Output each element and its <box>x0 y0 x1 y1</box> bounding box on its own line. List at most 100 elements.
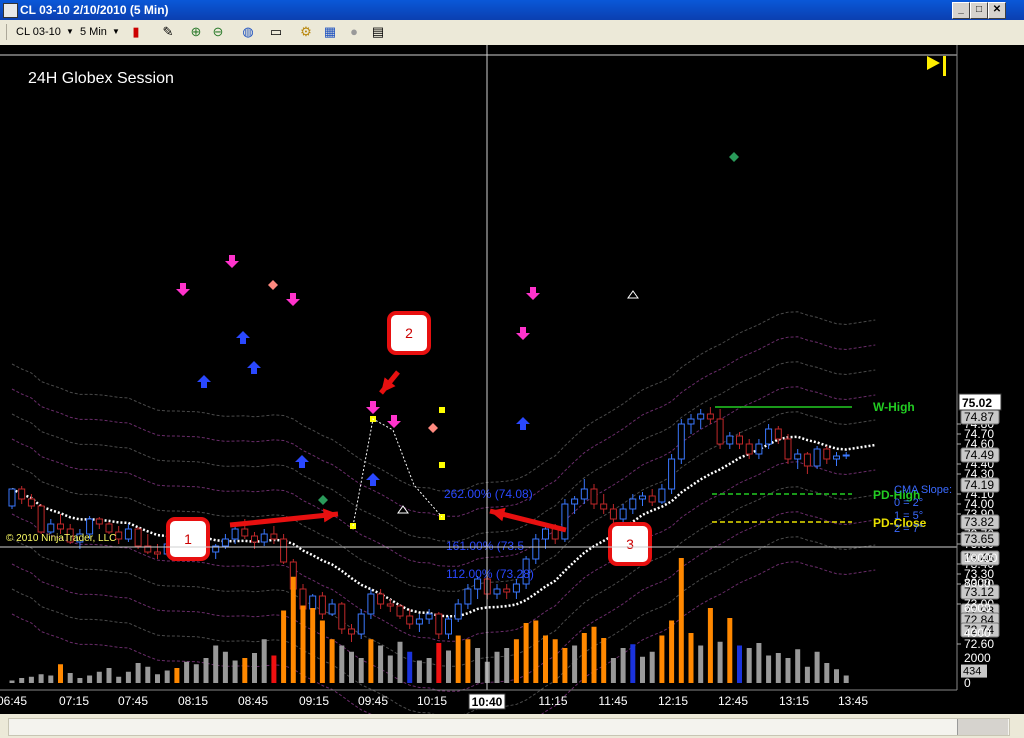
candle-body <box>367 593 375 615</box>
instrument-dropdown-icon[interactable]: ▼ <box>66 24 74 40</box>
candle-body <box>512 583 520 593</box>
candle-body <box>833 455 840 460</box>
volume-bar <box>329 639 335 683</box>
candle-body <box>503 588 511 593</box>
volume-bar <box>397 641 403 683</box>
volume-bar <box>601 638 607 683</box>
minimize-button[interactable]: _ <box>952 2 970 19</box>
interval-dropdown-icon[interactable]: ▼ <box>112 24 120 40</box>
price-badge-label: 74.19 <box>964 478 994 492</box>
zoom-out-icon[interactable]: ⊖ <box>210 24 226 40</box>
volume-bar <box>620 648 626 683</box>
volume-bar <box>77 678 83 683</box>
candle-body <box>134 528 142 547</box>
candle-body <box>241 528 249 537</box>
zoom-in-icon[interactable]: ⊕ <box>188 24 204 40</box>
candle-body <box>493 588 501 595</box>
bar-style-icon[interactable]: ▮ <box>128 24 144 40</box>
volume-bar <box>659 635 665 683</box>
candle-body <box>221 538 229 547</box>
swing-point-marker <box>439 407 445 413</box>
scroll-track[interactable] <box>8 718 1010 736</box>
volume-bar <box>19 678 25 683</box>
volume-bar <box>843 675 849 683</box>
volume-bar <box>446 650 451 683</box>
volume-tick-label: 10000 <box>964 551 998 565</box>
instrument-selector[interactable]: CL 03-10 <box>16 24 61 40</box>
volume-bar <box>232 660 238 683</box>
horizontal-scrollbar[interactable] <box>0 714 1024 738</box>
volume-bar <box>543 635 548 683</box>
candle-body <box>813 448 821 467</box>
volume-bar <box>184 661 190 683</box>
volume-bar <box>630 644 636 683</box>
volume-tick-label: 6000 <box>964 601 991 615</box>
maximize-button[interactable]: □ <box>970 2 988 19</box>
volume-bar <box>678 558 684 683</box>
candle-body <box>668 458 676 490</box>
draw-tool-icon[interactable]: ✎ <box>160 24 176 40</box>
candle-body <box>328 603 336 615</box>
candle-body <box>736 435 743 445</box>
volume-bar <box>717 641 723 683</box>
volume-bar <box>465 639 471 683</box>
scroll-thumb[interactable] <box>957 719 1008 735</box>
candle-body <box>47 523 55 533</box>
cma-slope-text: 1 = 5° <box>894 510 923 522</box>
volume-bar <box>494 651 500 683</box>
record-icon[interactable]: ● <box>346 24 362 40</box>
time-tick-label: 06:45 <box>0 694 27 708</box>
candle-body <box>726 435 734 445</box>
interval-selector[interactable]: 5 Min <box>80 24 107 40</box>
window-title: CL 03-10 2/10/2010 (5 Min) <box>20 3 169 17</box>
price-chart[interactable]: W-HighPD-HighPD-Close 262.00% (74.08)161… <box>0 45 1024 714</box>
volume-bar <box>834 669 839 683</box>
properties-icon[interactable]: ▭ <box>268 24 284 40</box>
time-tick-label: 10:15 <box>417 694 447 708</box>
candle-body <box>619 508 627 520</box>
volume-bar <box>378 645 384 683</box>
volume-bar <box>300 605 306 683</box>
close-button[interactable]: ✕ <box>988 2 1006 19</box>
volume-bar <box>290 576 296 683</box>
volume-bar <box>795 649 801 683</box>
candle-body <box>803 453 811 467</box>
candle-body <box>377 593 385 605</box>
level-label: W-High <box>873 400 915 414</box>
indicators-icon[interactable]: ⚙ <box>298 24 314 40</box>
volume-bar <box>698 645 704 683</box>
volume-bar <box>38 674 44 683</box>
candle-body <box>386 603 394 607</box>
time-tick-label: 12:15 <box>658 694 688 708</box>
candle-body <box>57 523 64 530</box>
candle-body <box>745 443 753 455</box>
candle-body <box>251 535 258 543</box>
candle-body <box>561 503 569 540</box>
time-tick-label: 07:45 <box>118 694 148 708</box>
candle-body <box>697 413 705 420</box>
strategy-icon[interactable]: ▦ <box>322 24 338 40</box>
price-badge-label: 73.82 <box>964 515 994 529</box>
volume-bar <box>319 620 325 683</box>
volume-bar <box>67 673 73 683</box>
candle-body <box>280 538 288 563</box>
volume-bar <box>669 620 675 683</box>
price-badge-label: 74.49 <box>964 448 994 462</box>
volume-bar <box>804 666 810 683</box>
fib-label: 112.00% (73.28) <box>446 567 534 581</box>
candle-body <box>435 613 443 635</box>
swing-point-marker <box>439 462 445 468</box>
volume-bar <box>513 639 519 683</box>
candle-body <box>270 533 278 540</box>
globe-icon[interactable]: ◍ <box>240 24 256 40</box>
volume-bar <box>116 676 122 683</box>
volume-bar <box>610 658 616 683</box>
candle-body <box>8 488 16 507</box>
data-box-icon[interactable]: ▤ <box>370 24 386 40</box>
candle-body <box>124 528 132 540</box>
time-tick-label: 11:45 <box>598 694 627 708</box>
candle-body <box>309 595 317 610</box>
volume-bar <box>649 651 655 683</box>
volume-bar <box>135 663 141 683</box>
candle-body <box>464 588 472 605</box>
